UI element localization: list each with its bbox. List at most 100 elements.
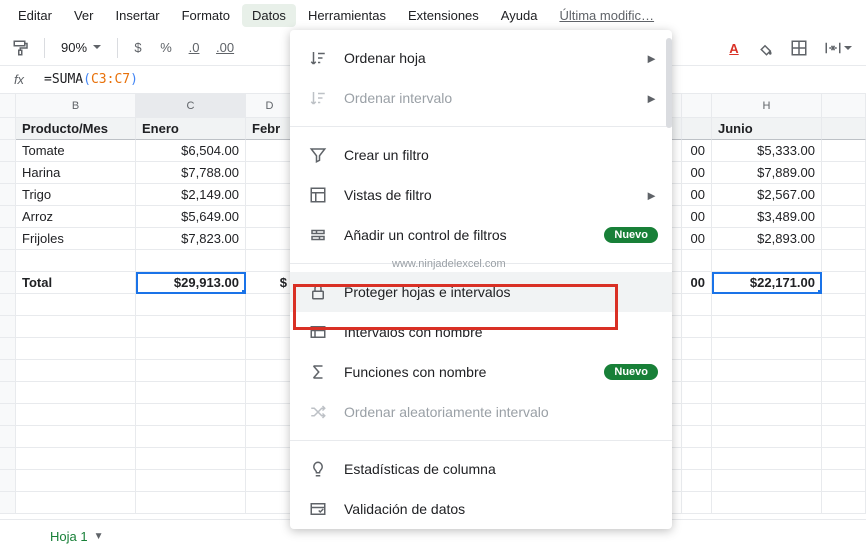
cell[interactable]: Producto/Mes (16, 118, 136, 140)
cell-selected[interactable]: $29,913.00 (136, 272, 246, 294)
cell[interactable] (246, 492, 294, 514)
last-modified-link[interactable]: Última modific… (549, 4, 664, 27)
cell[interactable] (712, 338, 822, 360)
cell[interactable]: Enero (136, 118, 246, 140)
cell[interactable]: $3,489.00 (712, 206, 822, 228)
increase-decimal-button[interactable]: .00 (210, 34, 240, 62)
cell[interactable] (822, 184, 866, 206)
cell[interactable] (712, 426, 822, 448)
cell[interactable]: $ (246, 272, 294, 294)
cell[interactable] (822, 382, 866, 404)
cell[interactable]: Total (16, 272, 136, 294)
cell[interactable] (822, 448, 866, 470)
row-header[interactable] (0, 360, 16, 382)
cell[interactable]: $2,893.00 (712, 228, 822, 250)
cell[interactable] (136, 404, 246, 426)
row-header[interactable] (0, 206, 16, 228)
cell[interactable] (822, 162, 866, 184)
row-header[interactable] (0, 470, 16, 492)
row-header[interactable] (0, 492, 16, 514)
menu-item-add-slicer[interactable]: Añadir un control de filtrosNuevo (290, 215, 672, 255)
cell[interactable] (682, 470, 712, 492)
cell[interactable] (136, 426, 246, 448)
col-header-end[interactable] (822, 94, 866, 118)
row-header[interactable] (0, 250, 16, 272)
borders-button[interactable] (784, 34, 814, 62)
cell[interactable] (822, 338, 866, 360)
menu-editar[interactable]: Editar (8, 4, 62, 27)
cell[interactable] (712, 294, 822, 316)
cell[interactable]: 00 (682, 140, 712, 162)
percent-button[interactable]: % (154, 34, 178, 62)
cell[interactable] (16, 294, 136, 316)
cell[interactable]: Frijoles (16, 228, 136, 250)
cell[interactable] (822, 250, 866, 272)
row-header[interactable] (0, 404, 16, 426)
row-header[interactable] (0, 338, 16, 360)
menu-item-validation[interactable]: Validación de datos (290, 489, 672, 529)
cell[interactable] (712, 360, 822, 382)
cell[interactable] (822, 228, 866, 250)
decrease-decimal-button[interactable]: .0 (182, 34, 206, 62)
cell[interactable] (246, 338, 294, 360)
currency-button[interactable]: $ (126, 34, 150, 62)
row-header[interactable] (0, 140, 16, 162)
cell[interactable] (682, 118, 712, 140)
cell[interactable] (246, 140, 294, 162)
corner-cell[interactable] (0, 94, 16, 118)
cell[interactable] (246, 404, 294, 426)
cell[interactable] (682, 492, 712, 514)
cell[interactable] (246, 316, 294, 338)
menu-item-protect[interactable]: Proteger hojas e intervalos (290, 272, 672, 312)
row-header[interactable] (0, 184, 16, 206)
cell[interactable] (16, 404, 136, 426)
cell[interactable]: 00 (682, 206, 712, 228)
menu-item-named-ranges[interactable]: Intervalos con nombre (290, 312, 672, 352)
zoom-select[interactable]: 90% (53, 40, 109, 55)
text-color-button[interactable]: A (722, 34, 746, 62)
cell[interactable] (246, 184, 294, 206)
cell[interactable]: Febr (246, 118, 294, 140)
cell[interactable] (712, 448, 822, 470)
row-header[interactable] (0, 426, 16, 448)
cell-selected[interactable]: $22,171.00 (712, 272, 822, 294)
cell[interactable]: $5,649.00 (136, 206, 246, 228)
cell[interactable]: Arroz (16, 206, 136, 228)
col-header-c[interactable]: C (136, 94, 246, 118)
menu-datos[interactable]: Datos (242, 4, 296, 27)
cell[interactable]: $2,567.00 (712, 184, 822, 206)
cell[interactable] (136, 316, 246, 338)
menu-insertar[interactable]: Insertar (105, 4, 169, 27)
cell[interactable] (16, 360, 136, 382)
cell[interactable]: $6,504.00 (136, 140, 246, 162)
cell[interactable] (822, 492, 866, 514)
cell[interactable] (16, 316, 136, 338)
menu-item-sort-sheet[interactable]: Ordenar hoja► (290, 38, 672, 78)
cell[interactable]: Harina (16, 162, 136, 184)
cell[interactable] (136, 492, 246, 514)
cell[interactable] (246, 294, 294, 316)
cell[interactable] (712, 470, 822, 492)
menu-item-col-stats[interactable]: Estadísticas de columna (290, 449, 672, 489)
cell[interactable] (822, 404, 866, 426)
cell[interactable] (682, 338, 712, 360)
menu-item-filter-views[interactable]: Vistas de filtro► (290, 175, 672, 215)
cell[interactable] (136, 294, 246, 316)
cell[interactable] (822, 206, 866, 228)
cell[interactable] (246, 250, 294, 272)
cell[interactable] (712, 250, 822, 272)
cell[interactable] (712, 492, 822, 514)
cell[interactable] (16, 338, 136, 360)
cell[interactable]: 00 (682, 228, 712, 250)
cell[interactable] (712, 404, 822, 426)
menu-item-named-functions[interactable]: Funciones con nombreNuevo (290, 352, 672, 392)
cell[interactable] (136, 250, 246, 272)
cell[interactable] (682, 316, 712, 338)
cell[interactable] (16, 426, 136, 448)
cell[interactable]: 00 (682, 162, 712, 184)
cell[interactable] (682, 404, 712, 426)
dropdown-scrollbar[interactable] (666, 38, 672, 128)
cell[interactable] (246, 470, 294, 492)
cell[interactable] (16, 250, 136, 272)
cell[interactable] (712, 382, 822, 404)
